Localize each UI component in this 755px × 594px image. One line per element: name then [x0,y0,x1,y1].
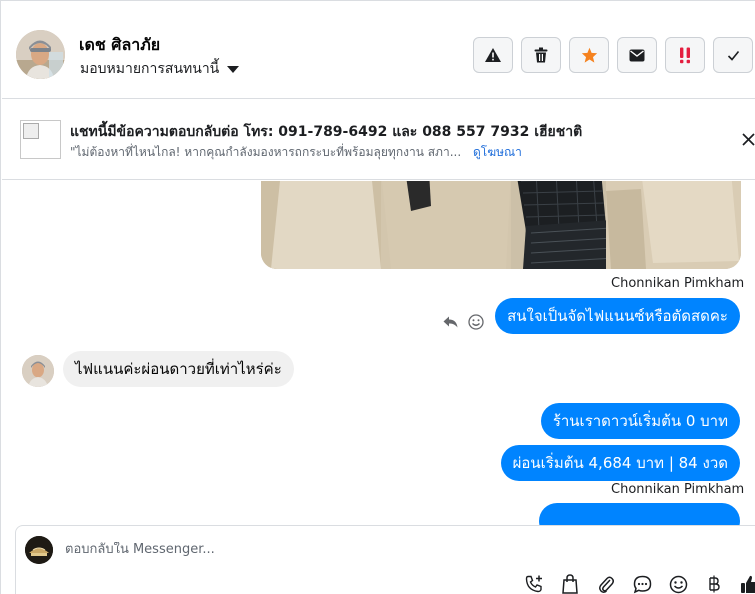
double-exclamation-icon [680,47,690,63]
message-composer [15,525,755,594]
composer-toolbar [523,573,755,594]
phone-plus-icon [525,575,542,593]
view-ad-link[interactable]: ดูโฆษณา [473,145,522,159]
chevron-down-icon [227,65,240,73]
sender-name: Chonnikan Pimkham [611,276,745,291]
ad-thumbnail-image[interactable] [20,120,61,159]
mark-unread-button[interactable] [617,37,657,73]
reply-input[interactable] [65,542,665,557]
saved-replies-button[interactable] [631,573,653,594]
contact-name[interactable]: เดช ศิลาภัย [79,33,160,58]
star-button[interactable] [569,37,609,73]
reply-icon[interactable] [443,316,458,328]
like-button[interactable] [739,573,755,594]
paperclip-icon [599,576,614,593]
outgoing-message[interactable]: สนใจเป็นจัดไฟแนนซ์หรือตัดสดคะ [495,298,740,334]
message-tools [443,314,484,330]
shopping-bag-icon [562,574,578,594]
close-banner-button[interactable] [740,130,755,148]
ad-description: "ไม่ต้องหาที่ไหนไกล! หากคุณกำลังมองหารถก… [70,143,522,162]
ad-context-banner: แชทนี้มีข้อความตอบกลับต่อ โทร: 091-789-6… [2,100,755,180]
mark-done-button[interactable] [713,37,753,73]
emoji-button[interactable] [667,573,689,594]
close-icon [741,132,755,146]
star-icon [581,47,597,63]
delete-button[interactable] [521,37,561,73]
header-actions [473,37,753,73]
thumbs-up-icon [741,575,755,593]
outgoing-message[interactable]: ร้านเราดาวน์เริ่มต้น 0 บาท [540,403,740,439]
envelope-icon [629,49,645,61]
incoming-message[interactable]: ไฟแนนค่ะผ่อนดาวยที่เท่าไหร่ค่ะ [63,351,294,387]
page-avatar [25,536,53,564]
trash-icon [534,47,548,63]
message-photo[interactable] [261,181,741,269]
mark-important-button[interactable] [665,37,705,73]
check-icon [727,50,739,61]
payment-button[interactable] [703,573,725,594]
contact-avatar[interactable] [16,30,65,79]
assign-conversation-dropdown[interactable]: มอบหมายการสนทนานี้ [80,58,240,80]
assign-label: มอบหมายการสนทนานี้ [80,61,220,77]
contact-avatar-small[interactable] [22,355,54,387]
spam-warning-button[interactable] [473,37,513,73]
chat-bubble-icon [633,575,651,593]
outgoing-message[interactable]: ผ่อนเริ่มต้น 4,684 บาท | 84 งวด [500,445,740,481]
call-button[interactable] [523,573,545,594]
outgoing-message-partial[interactable] [539,503,740,525]
attach-button[interactable] [595,573,617,594]
emoji-icon [669,575,687,593]
conversation-header: เดช ศิลาภัย มอบหมายการสนทนานี้ [2,2,755,99]
baht-icon [709,575,720,593]
ad-description-text: "ไม่ต้องหาที่ไหนไกล! หากคุณกำลังมองหารถก… [70,145,462,159]
warning-icon [485,48,501,62]
ad-title: แชทนี้มีข้อความตอบกลับต่อ โทร: 091-789-6… [70,124,583,140]
shop-button[interactable] [559,573,581,594]
conversation-panel: เดช ศิลาภัย มอบหมายการสนทนานี้ แชทนี้มีข… [0,0,755,594]
sender-name: Chonnikan Pimkham [611,482,745,497]
react-emoji-icon[interactable] [468,314,484,330]
message-thread[interactable]: Chonnikan Pimkham สนใจเป็นจัดไฟแนนซ์หรือ… [2,181,755,525]
